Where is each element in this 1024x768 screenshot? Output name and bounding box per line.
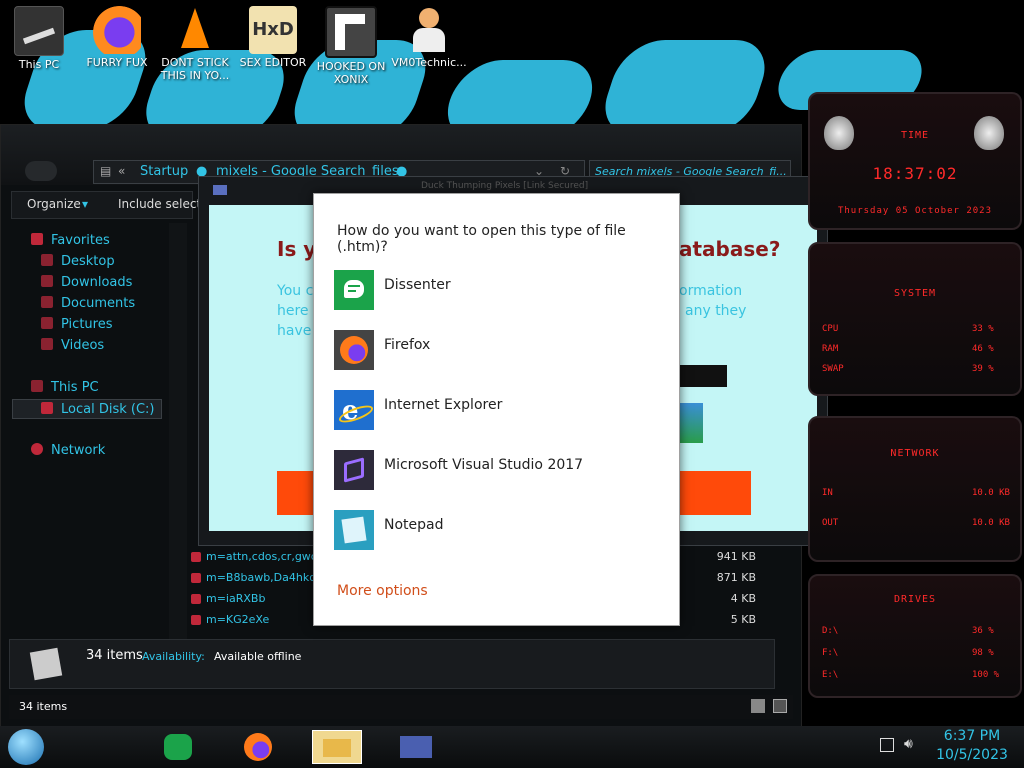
large-icons-view-icon[interactable] — [773, 699, 787, 713]
nav-downloads[interactable]: Downloads — [41, 273, 132, 293]
hxd-editor-icon: HxD — [249, 6, 297, 54]
taskbar-file-explorer[interactable] — [312, 730, 362, 764]
dissenter-icon — [334, 270, 374, 310]
volume-icon[interactable]: 🔊︎ — [904, 736, 913, 752]
desktop-gadgets-panel: TIME 18:37:02 Thursday 05 October 2023 S… — [800, 86, 1024, 726]
pictures-folder-icon — [41, 317, 53, 329]
app-option-firefox[interactable]: Firefox — [334, 330, 664, 372]
computer-icon — [14, 6, 64, 56]
taskbar-browser[interactable] — [392, 730, 442, 764]
firefox-icon — [93, 6, 141, 54]
system-gadget: SYSTEM CPU 33 % RAM 46 % SWAP 39 % — [808, 242, 1022, 396]
details-view-icon[interactable] — [751, 699, 765, 713]
desktop-icon-vm0technic[interactable]: VM0Technic... — [391, 6, 467, 69]
folder-icon: ▤ — [100, 164, 112, 178]
nav-favorites[interactable]: Favorites — [31, 231, 110, 251]
taskbar-dissenter[interactable] — [158, 730, 198, 764]
nav-pictures[interactable]: Pictures — [41, 315, 112, 335]
internet-explorer-icon: e — [334, 390, 375, 430]
desktop-folder-icon — [41, 254, 53, 266]
clock-date[interactable]: 10/5/2023 — [930, 747, 1014, 763]
browser-app-icon — [213, 185, 227, 195]
nav-documents[interactable]: Documents — [41, 294, 135, 314]
app-option-notepad[interactable]: Notepad — [334, 510, 664, 552]
desktop-icon-furry-fux[interactable]: FURRY FUX — [79, 6, 155, 69]
downloads-folder-icon — [41, 275, 53, 287]
videos-folder-icon — [41, 338, 53, 350]
back-forward-icon[interactable] — [25, 161, 57, 181]
vlc-cone-icon — [171, 6, 219, 54]
doctor-person-icon — [405, 6, 453, 54]
nav-desktop[interactable]: Desktop — [41, 252, 115, 272]
file-icon — [191, 594, 201, 604]
dissenter-icon — [164, 734, 192, 760]
file-icon — [191, 552, 201, 562]
desktop-icon-hooked-on-xonix[interactable]: HOOKED ON XONIX — [313, 6, 389, 86]
chevron-down-icon: ▾ — [82, 197, 89, 211]
breadcrumb-startup[interactable]: Startup — [140, 164, 188, 179]
notepad-icon — [334, 510, 374, 550]
file-thumbnail-icon — [29, 647, 63, 681]
drives-gadget: DRIVES D:\ 36 % F:\ 98 % E:\ 100 % — [808, 574, 1022, 698]
organize-button[interactable]: Organize — [27, 197, 81, 211]
open-with-title: How do you want to open this type of fil… — [337, 223, 626, 255]
include-in-library-button[interactable]: Include select — [118, 197, 201, 211]
navigation-pane: Favorites Desktop Downloads Documents Pi… — [11, 223, 166, 643]
nav-videos[interactable]: Videos — [41, 336, 104, 356]
file-icon — [191, 615, 201, 625]
xonix-game-icon — [325, 6, 377, 58]
nav-pane-scrollbar[interactable] — [169, 223, 187, 643]
details-pane: 34 items Availability: Available offline — [9, 639, 775, 689]
app-option-visual-studio[interactable]: Microsoft Visual Studio 2017 — [334, 450, 664, 492]
breadcrumb-back[interactable]: « — [118, 164, 125, 178]
file-icon — [191, 573, 201, 583]
desktop-icon-dont-stick[interactable]: DONT STICK THIS IN YO... — [157, 6, 233, 82]
open-with-dialog: How do you want to open this type of fil… — [313, 193, 680, 626]
drive-icon — [41, 402, 53, 414]
firefox-icon — [334, 330, 374, 370]
taskbar: 🔊︎ 6:37 PM 10/5/2023 — [0, 726, 1024, 768]
start-orb-button[interactable] — [8, 729, 44, 765]
browser-window-icon — [400, 736, 432, 758]
folder-icon — [323, 739, 351, 757]
desktop-icon-this-pc[interactable]: This PC — [1, 6, 77, 71]
time-gadget: TIME 18:37:02 Thursday 05 October 2023 — [808, 92, 1022, 230]
text-input[interactable] — [679, 365, 727, 387]
taskbar-firefox[interactable] — [238, 730, 278, 764]
more-options-link[interactable]: More options — [337, 583, 428, 599]
desktop-icon-sex-editor[interactable]: HxD SEX EDITOR — [235, 6, 311, 69]
app-option-dissenter[interactable]: Dissenter — [334, 270, 664, 312]
nav-this-pc[interactable]: This PC — [31, 378, 99, 398]
nav-local-disk[interactable]: Local Disk (C:) — [12, 399, 162, 419]
clock-time[interactable]: 6:37 PM — [930, 728, 1014, 744]
app-option-internet-explorer[interactable]: e Internet Explorer — [334, 390, 664, 432]
network-tray-icon[interactable] — [880, 738, 894, 752]
page-image-icon — [679, 403, 703, 443]
nav-network[interactable]: Network — [31, 441, 105, 461]
computer-icon — [31, 380, 43, 392]
status-bar: 34 items — [9, 695, 793, 719]
firefox-icon — [244, 733, 272, 761]
visual-studio-icon — [334, 450, 374, 490]
explorer-toolbar: Organize ▾ Include select — [11, 191, 201, 219]
star-icon — [31, 233, 43, 245]
network-icon — [31, 443, 43, 455]
documents-folder-icon — [41, 296, 53, 308]
network-gadget: NETWORK IN 10.0 KB OUT 10.0 KB — [808, 416, 1022, 562]
